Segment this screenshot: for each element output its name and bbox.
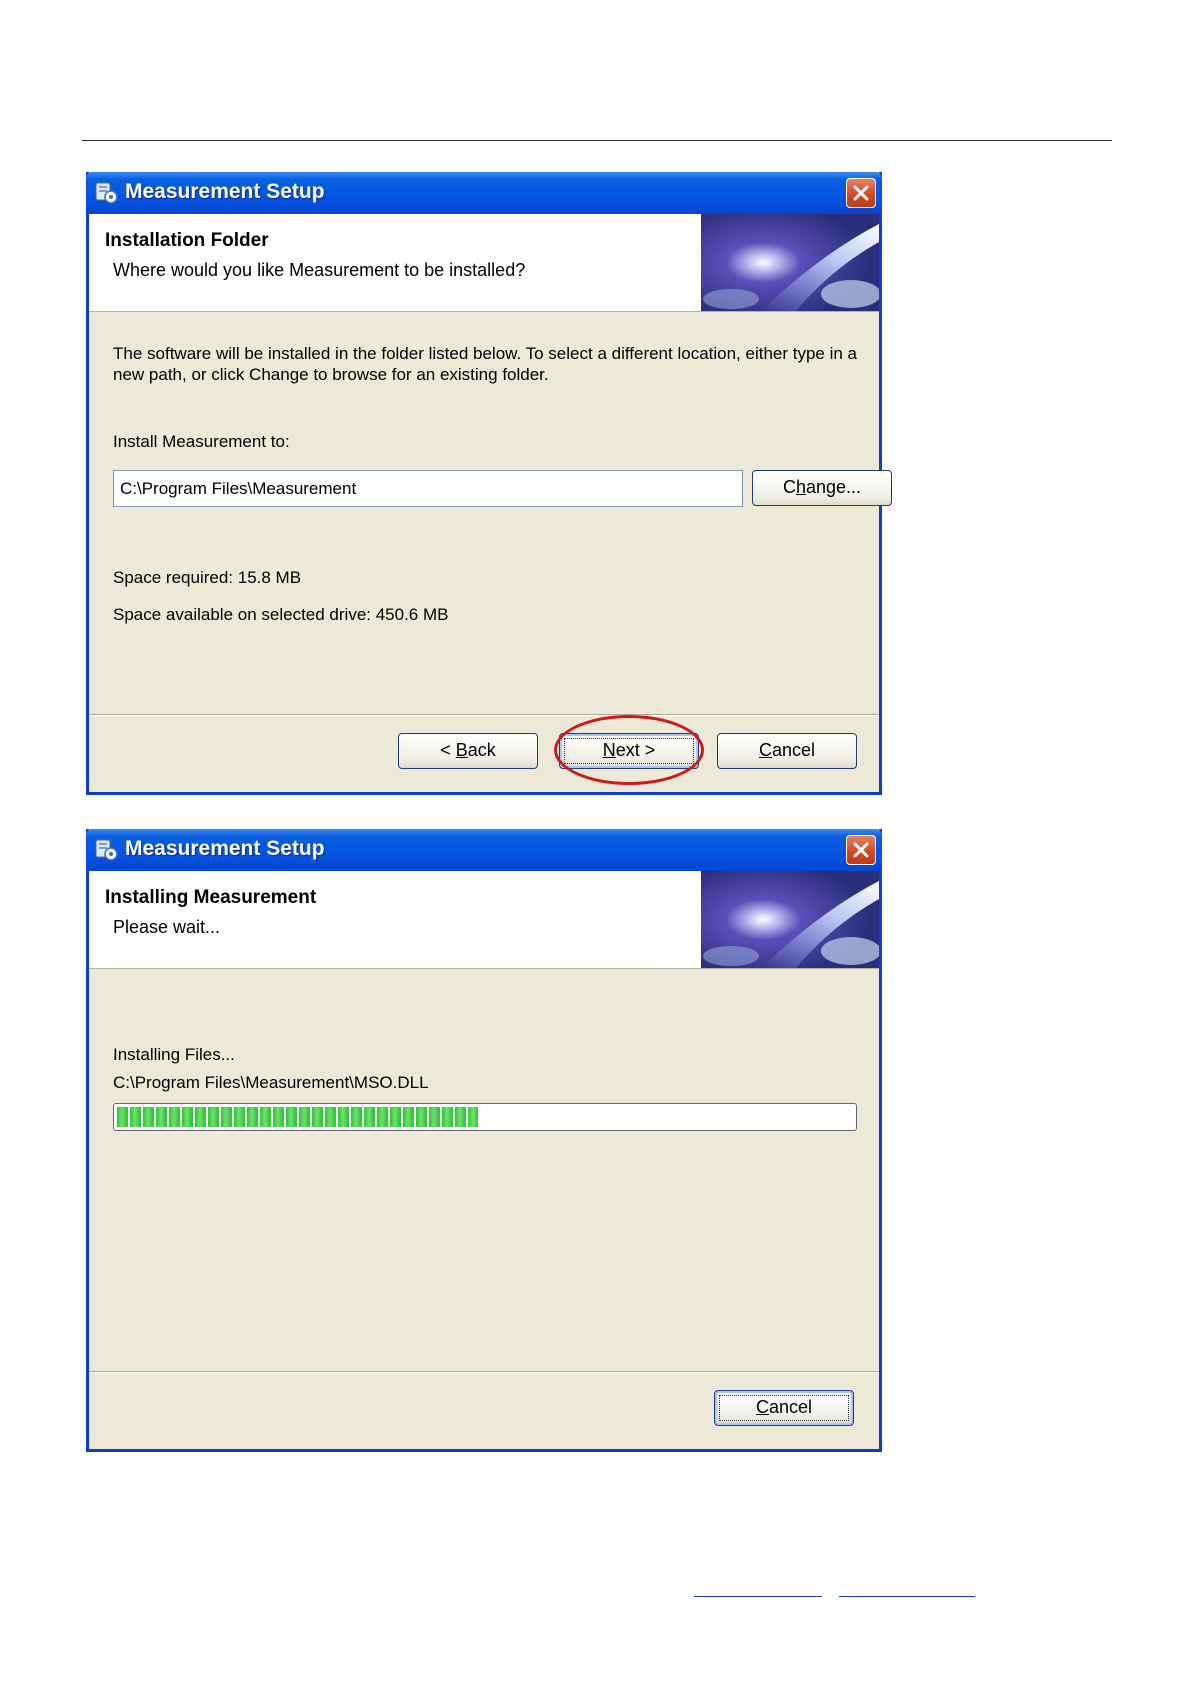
next-button-highlight xyxy=(554,715,704,785)
back-button-label: < Back xyxy=(440,740,496,760)
header-title: Installation Folder xyxy=(105,230,269,251)
install-progress-bar xyxy=(113,1103,857,1131)
close-icon xyxy=(853,842,869,858)
change-button-label: Change... xyxy=(782,477,862,497)
close-button[interactable] xyxy=(846,178,876,208)
title-bar[interactable]: Measurement Setup xyxy=(86,829,882,871)
current-file-path: C:\Program Files\Measurement\MSO.DLL xyxy=(113,1073,429,1092)
description-line-2: new path, or click Change to browse for … xyxy=(113,365,549,384)
close-icon xyxy=(853,185,869,201)
change-button[interactable]: Change... xyxy=(752,470,892,506)
footer-link-2[interactable] xyxy=(839,1596,975,1597)
window-title: Measurement Setup xyxy=(125,837,325,860)
dialog-header: Installation Folder Where would you like… xyxy=(89,214,879,312)
back-button[interactable]: < Back xyxy=(398,733,538,769)
header-subtitle: Where would you like Measurement to be i… xyxy=(113,260,526,280)
setup-dialog-folder: Measurement Setup Installation Folder Wh… xyxy=(86,172,892,795)
cancel-button[interactable]: Cancel xyxy=(714,1390,854,1426)
title-bar[interactable]: Measurement Setup xyxy=(86,172,882,214)
setup-app-icon xyxy=(95,839,118,861)
footer-separator xyxy=(89,1371,879,1373)
cancel-button-label: Cancel xyxy=(758,740,816,760)
space-available-text: Space available on selected drive: 450.6… xyxy=(113,605,449,624)
setup-app-icon xyxy=(95,182,118,204)
footer-link-1[interactable] xyxy=(694,1596,822,1597)
banner-image xyxy=(701,214,879,311)
dialog-header: Installing Measurement Please wait... xyxy=(89,871,879,969)
header-title: Installing Measurement xyxy=(105,887,317,908)
setup-dialog-installing: Measurement Setup Installing Measurement… xyxy=(86,829,882,1452)
close-button[interactable] xyxy=(846,835,876,865)
window-title: Measurement Setup xyxy=(125,180,325,203)
page-divider xyxy=(82,140,1112,141)
description-line-1: The software will be installed in the fo… xyxy=(113,344,858,363)
footer-separator xyxy=(89,714,879,716)
cancel-button[interactable]: Cancel xyxy=(717,733,857,769)
cancel-button-label: Cancel xyxy=(755,1397,813,1417)
space-required-text: Space required: 15.8 MB xyxy=(113,568,302,587)
banner-image xyxy=(701,871,879,968)
installing-status-label: Installing Files... xyxy=(113,1045,235,1064)
header-subtitle: Please wait... xyxy=(113,917,221,937)
install-location-label: Install Measurement to: xyxy=(113,432,290,451)
install-path-field[interactable] xyxy=(113,470,743,507)
progress-fill xyxy=(117,1107,478,1127)
